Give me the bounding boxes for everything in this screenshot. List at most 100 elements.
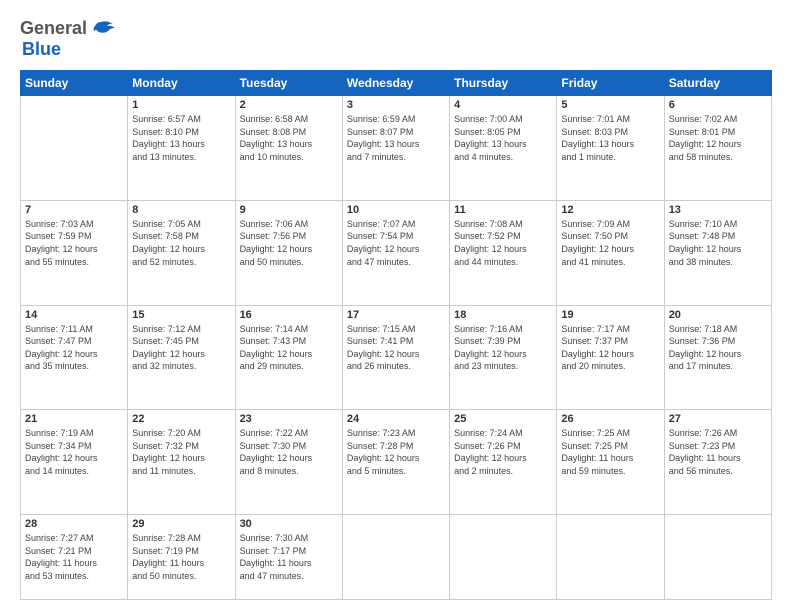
calendar-cell: 21 Sunrise: 7:19 AM Sunset: 7:34 PM Dayli…: [21, 410, 128, 515]
cell-daylight-text: Sunrise: 7:26 AM Sunset: 7:23 PM Dayligh…: [669, 427, 767, 477]
calendar-cell: 16 Sunrise: 7:14 AM Sunset: 7:43 PM Dayli…: [235, 305, 342, 410]
calendar-header-row: SundayMondayTuesdayWednesdayThursdayFrid…: [21, 71, 772, 96]
calendar-cell: 4 Sunrise: 7:00 AM Sunset: 8:05 PM Daylig…: [450, 96, 557, 201]
calendar-cell: 18 Sunrise: 7:16 AM Sunset: 7:39 PM Dayli…: [450, 305, 557, 410]
page: General Blue SundayMondayTuesdayWednesda…: [0, 0, 792, 612]
calendar-day-header: Tuesday: [235, 71, 342, 96]
header: General Blue: [20, 18, 772, 60]
cell-daylight-text: Sunrise: 6:57 AM Sunset: 8:10 PM Dayligh…: [132, 113, 230, 163]
calendar-day-header: Thursday: [450, 71, 557, 96]
day-number: 27: [669, 413, 767, 425]
calendar-cell: 3Sunrise: 6:59 AM Sunset: 8:07 PM Daylig…: [342, 96, 449, 201]
calendar-cell: 1 Sunrise: 6:57 AM Sunset: 8:10 PM Daylig…: [128, 96, 235, 201]
day-number: 21: [25, 413, 123, 425]
calendar-cell: 13 Sunrise: 7:10 AM Sunset: 7:48 PM Dayli…: [664, 200, 771, 305]
cell-daylight-text: Sunrise: 7:22 AM Sunset: 7:30 PM Dayligh…: [240, 427, 338, 477]
day-number: 15: [132, 309, 230, 321]
cell-daylight-text: Sunrise: 7:23 AM Sunset: 7:28 PM Dayligh…: [347, 427, 445, 477]
day-number: 4: [454, 99, 552, 111]
calendar-cell: [450, 515, 557, 600]
day-number: 1: [132, 99, 230, 111]
calendar-week-row: 28 Sunrise: 7:27 AM Sunset: 7:21 PM Dayli…: [21, 515, 772, 600]
cell-daylight-text: Sunrise: 7:05 AM Sunset: 7:58 PM Dayligh…: [132, 218, 230, 268]
calendar-cell: 8 Sunrise: 7:05 AM Sunset: 7:58 PM Daylig…: [128, 200, 235, 305]
calendar-day-header: Sunday: [21, 71, 128, 96]
calendar-cell: 25 Sunrise: 7:24 AM Sunset: 7:26 PM Dayli…: [450, 410, 557, 515]
day-number: 17: [347, 309, 445, 321]
cell-daylight-text: Sunrise: 7:09 AM Sunset: 7:50 PM Dayligh…: [561, 218, 659, 268]
calendar-cell: 23 Sunrise: 7:22 AM Sunset: 7:30 PM Dayli…: [235, 410, 342, 515]
calendar-cell: 29 Sunrise: 7:28 AM Sunset: 7:19 PM Dayli…: [128, 515, 235, 600]
cell-daylight-text: Sunrise: 7:28 AM Sunset: 7:19 PM Dayligh…: [132, 532, 230, 582]
calendar-day-header: Monday: [128, 71, 235, 96]
day-number: 11: [454, 204, 552, 216]
day-number: 7: [25, 204, 123, 216]
day-number: 18: [454, 309, 552, 321]
calendar-cell: 17 Sunrise: 7:15 AM Sunset: 7:41 PM Dayli…: [342, 305, 449, 410]
day-number: 24: [347, 413, 445, 425]
cell-daylight-text: Sunrise: 7:02 AM Sunset: 8:01 PM Dayligh…: [669, 113, 767, 163]
cell-daylight-text: Sunrise: 7:19 AM Sunset: 7:34 PM Dayligh…: [25, 427, 123, 477]
day-number: 6: [669, 99, 767, 111]
calendar-cell: 28 Sunrise: 7:27 AM Sunset: 7:21 PM Dayli…: [21, 515, 128, 600]
day-number: 2: [240, 99, 338, 111]
cell-daylight-text: Sunrise: 7:20 AM Sunset: 7:32 PM Dayligh…: [132, 427, 230, 477]
day-number: 19: [561, 309, 659, 321]
cell-daylight-text: Sunrise: 7:00 AM Sunset: 8:05 PM Dayligh…: [454, 113, 552, 163]
calendar-cell: 7 Sunrise: 7:03 AM Sunset: 7:59 PM Daylig…: [21, 200, 128, 305]
day-number: 30: [240, 518, 338, 530]
calendar-cell: 9 Sunrise: 7:06 AM Sunset: 7:56 PM Daylig…: [235, 200, 342, 305]
calendar-week-row: 7 Sunrise: 7:03 AM Sunset: 7:59 PM Daylig…: [21, 200, 772, 305]
cell-daylight-text: Sunrise: 7:25 AM Sunset: 7:25 PM Dayligh…: [561, 427, 659, 477]
cell-daylight-text: Sunrise: 7:06 AM Sunset: 7:56 PM Dayligh…: [240, 218, 338, 268]
calendar-cell: 22 Sunrise: 7:20 AM Sunset: 7:32 PM Dayli…: [128, 410, 235, 515]
calendar-cell: 14Sunrise: 7:11 AM Sunset: 7:47 PM Dayli…: [21, 305, 128, 410]
calendar-cell: 26 Sunrise: 7:25 AM Sunset: 7:25 PM Dayli…: [557, 410, 664, 515]
cell-daylight-text: Sunrise: 7:10 AM Sunset: 7:48 PM Dayligh…: [669, 218, 767, 268]
cell-daylight-text: Sunrise: 7:27 AM Sunset: 7:21 PM Dayligh…: [25, 532, 123, 582]
calendar-cell: 5Sunrise: 7:01 AM Sunset: 8:03 PM Daylig…: [557, 96, 664, 201]
cell-daylight-text: Sunrise: 7:11 AM Sunset: 7:47 PM Dayligh…: [25, 323, 123, 373]
cell-daylight-text: Sunrise: 7:14 AM Sunset: 7:43 PM Dayligh…: [240, 323, 338, 373]
day-number: 20: [669, 309, 767, 321]
day-number: 9: [240, 204, 338, 216]
day-number: 16: [240, 309, 338, 321]
day-number: 26: [561, 413, 659, 425]
calendar-week-row: 21 Sunrise: 7:19 AM Sunset: 7:34 PM Dayli…: [21, 410, 772, 515]
calendar-cell: [21, 96, 128, 201]
cell-daylight-text: Sunrise: 7:24 AM Sunset: 7:26 PM Dayligh…: [454, 427, 552, 477]
logo-bird-icon: [93, 20, 115, 38]
day-number: 23: [240, 413, 338, 425]
calendar-week-row: 14Sunrise: 7:11 AM Sunset: 7:47 PM Dayli…: [21, 305, 772, 410]
calendar-cell: 30 Sunrise: 7:30 AM Sunset: 7:17 PM Dayli…: [235, 515, 342, 600]
cell-daylight-text: Sunrise: 7:30 AM Sunset: 7:17 PM Dayligh…: [240, 532, 338, 582]
day-number: 22: [132, 413, 230, 425]
calendar-cell: 11 Sunrise: 7:08 AM Sunset: 7:52 PM Dayli…: [450, 200, 557, 305]
calendar-cell: 2Sunrise: 6:58 AM Sunset: 8:08 PM Daylig…: [235, 96, 342, 201]
day-number: 29: [132, 518, 230, 530]
calendar-cell: 6 Sunrise: 7:02 AM Sunset: 8:01 PM Daylig…: [664, 96, 771, 201]
day-number: 8: [132, 204, 230, 216]
cell-daylight-text: Sunrise: 7:03 AM Sunset: 7:59 PM Dayligh…: [25, 218, 123, 268]
calendar-cell: [342, 515, 449, 600]
calendar-table: SundayMondayTuesdayWednesdayThursdayFrid…: [20, 70, 772, 600]
calendar-week-row: 1 Sunrise: 6:57 AM Sunset: 8:10 PM Daylig…: [21, 96, 772, 201]
cell-daylight-text: Sunrise: 7:15 AM Sunset: 7:41 PM Dayligh…: [347, 323, 445, 373]
logo-blue-text: Blue: [22, 39, 61, 60]
logo-general-text: General: [20, 18, 87, 39]
calendar-day-header: Friday: [557, 71, 664, 96]
calendar-cell: [664, 515, 771, 600]
day-number: 13: [669, 204, 767, 216]
calendar-cell: 19 Sunrise: 7:17 AM Sunset: 7:37 PM Dayli…: [557, 305, 664, 410]
day-number: 5: [561, 99, 659, 111]
cell-daylight-text: Sunrise: 7:17 AM Sunset: 7:37 PM Dayligh…: [561, 323, 659, 373]
calendar-cell: 10Sunrise: 7:07 AM Sunset: 7:54 PM Dayli…: [342, 200, 449, 305]
day-number: 28: [25, 518, 123, 530]
cell-daylight-text: Sunrise: 7:08 AM Sunset: 7:52 PM Dayligh…: [454, 218, 552, 268]
calendar-day-header: Saturday: [664, 71, 771, 96]
logo: General Blue: [20, 18, 115, 60]
cell-daylight-text: Sunrise: 7:16 AM Sunset: 7:39 PM Dayligh…: [454, 323, 552, 373]
calendar-cell: 15Sunrise: 7:12 AM Sunset: 7:45 PM Dayli…: [128, 305, 235, 410]
day-number: 25: [454, 413, 552, 425]
calendar-day-header: Wednesday: [342, 71, 449, 96]
